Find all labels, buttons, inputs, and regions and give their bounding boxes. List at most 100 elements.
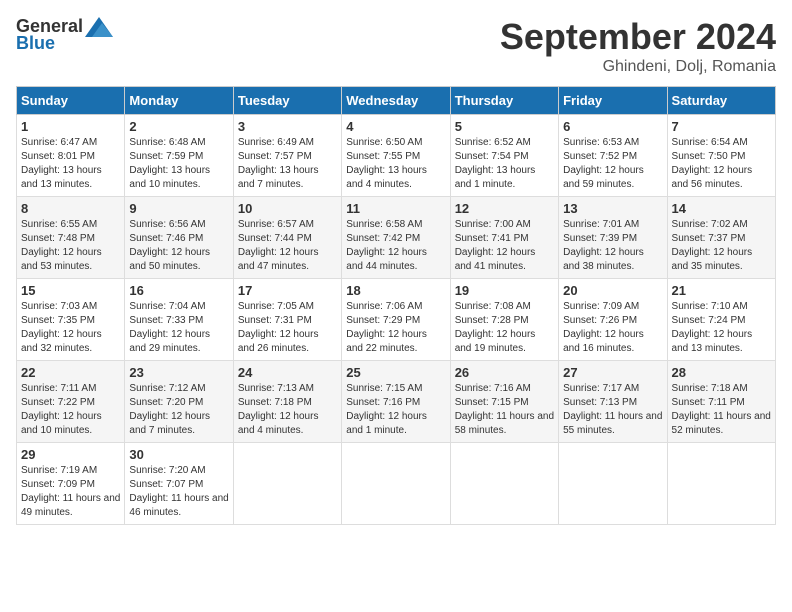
day-info: Sunrise: 7:00 AMSunset: 7:41 PMDaylight:… bbox=[455, 219, 536, 272]
col-sunday: Sunday bbox=[17, 87, 125, 115]
day-info: Sunrise: 7:03 AMSunset: 7:35 PMDaylight:… bbox=[21, 301, 102, 354]
table-row: 5 Sunrise: 6:52 AMSunset: 7:54 PMDayligh… bbox=[450, 115, 558, 197]
day-number: 18 bbox=[346, 283, 445, 298]
day-info: Sunrise: 7:15 AMSunset: 7:16 PMDaylight:… bbox=[346, 383, 427, 436]
table-row: 23 Sunrise: 7:12 AMSunset: 7:20 PMDaylig… bbox=[125, 361, 233, 443]
table-row: 22 Sunrise: 7:11 AMSunset: 7:22 PMDaylig… bbox=[17, 361, 125, 443]
day-number: 13 bbox=[563, 201, 662, 216]
table-row: 12 Sunrise: 7:00 AMSunset: 7:41 PMDaylig… bbox=[450, 197, 558, 279]
day-info: Sunrise: 7:17 AMSunset: 7:13 PMDaylight:… bbox=[563, 383, 662, 436]
table-row: 13 Sunrise: 7:01 AMSunset: 7:39 PMDaylig… bbox=[559, 197, 667, 279]
calendar-week-row: 8 Sunrise: 6:55 AMSunset: 7:48 PMDayligh… bbox=[17, 197, 776, 279]
day-info: Sunrise: 7:11 AMSunset: 7:22 PMDaylight:… bbox=[21, 383, 102, 436]
day-info: Sunrise: 7:20 AMSunset: 7:07 PMDaylight:… bbox=[129, 465, 228, 518]
table-row: 25 Sunrise: 7:15 AMSunset: 7:16 PMDaylig… bbox=[342, 361, 450, 443]
day-number: 24 bbox=[238, 365, 337, 380]
day-number: 10 bbox=[238, 201, 337, 216]
day-number: 30 bbox=[129, 447, 228, 462]
day-number: 9 bbox=[129, 201, 228, 216]
col-friday: Friday bbox=[559, 87, 667, 115]
day-number: 29 bbox=[21, 447, 120, 462]
logo-icon bbox=[85, 17, 113, 37]
day-number: 16 bbox=[129, 283, 228, 298]
day-number: 2 bbox=[129, 119, 228, 134]
table-row: 29 Sunrise: 7:19 AMSunset: 7:09 PMDaylig… bbox=[17, 443, 125, 525]
col-thursday: Thursday bbox=[450, 87, 558, 115]
day-info: Sunrise: 7:19 AMSunset: 7:09 PMDaylight:… bbox=[21, 465, 120, 518]
day-info: Sunrise: 6:52 AMSunset: 7:54 PMDaylight:… bbox=[455, 137, 536, 190]
calendar-week-row: 29 Sunrise: 7:19 AMSunset: 7:09 PMDaylig… bbox=[17, 443, 776, 525]
calendar-header-row: Sunday Monday Tuesday Wednesday Thursday… bbox=[17, 87, 776, 115]
col-saturday: Saturday bbox=[667, 87, 775, 115]
day-info: Sunrise: 6:53 AMSunset: 7:52 PMDaylight:… bbox=[563, 137, 644, 190]
day-info: Sunrise: 7:05 AMSunset: 7:31 PMDaylight:… bbox=[238, 301, 319, 354]
day-info: Sunrise: 6:55 AMSunset: 7:48 PMDaylight:… bbox=[21, 219, 102, 272]
table-row: 24 Sunrise: 7:13 AMSunset: 7:18 PMDaylig… bbox=[233, 361, 341, 443]
day-info: Sunrise: 6:47 AMSunset: 8:01 PMDaylight:… bbox=[21, 137, 102, 190]
table-row bbox=[667, 443, 775, 525]
calendar-week-row: 15 Sunrise: 7:03 AMSunset: 7:35 PMDaylig… bbox=[17, 279, 776, 361]
location: Ghindeni, Dolj, Romania bbox=[500, 58, 776, 76]
day-number: 22 bbox=[21, 365, 120, 380]
day-number: 14 bbox=[672, 201, 771, 216]
day-info: Sunrise: 7:16 AMSunset: 7:15 PMDaylight:… bbox=[455, 383, 554, 436]
page-header: General Blue September 2024 Ghindeni, Do… bbox=[16, 16, 776, 76]
day-info: Sunrise: 6:57 AMSunset: 7:44 PMDaylight:… bbox=[238, 219, 319, 272]
table-row: 3 Sunrise: 6:49 AMSunset: 7:57 PMDayligh… bbox=[233, 115, 341, 197]
day-number: 7 bbox=[672, 119, 771, 134]
logo: General Blue bbox=[16, 16, 113, 54]
day-number: 28 bbox=[672, 365, 771, 380]
calendar-week-row: 22 Sunrise: 7:11 AMSunset: 7:22 PMDaylig… bbox=[17, 361, 776, 443]
day-number: 23 bbox=[129, 365, 228, 380]
table-row bbox=[450, 443, 558, 525]
day-info: Sunrise: 7:02 AMSunset: 7:37 PMDaylight:… bbox=[672, 219, 753, 272]
day-info: Sunrise: 6:49 AMSunset: 7:57 PMDaylight:… bbox=[238, 137, 319, 190]
table-row: 27 Sunrise: 7:17 AMSunset: 7:13 PMDaylig… bbox=[559, 361, 667, 443]
title-area: September 2024 Ghindeni, Dolj, Romania bbox=[500, 16, 776, 76]
table-row: 30 Sunrise: 7:20 AMSunset: 7:07 PMDaylig… bbox=[125, 443, 233, 525]
day-info: Sunrise: 7:09 AMSunset: 7:26 PMDaylight:… bbox=[563, 301, 644, 354]
table-row: 7 Sunrise: 6:54 AMSunset: 7:50 PMDayligh… bbox=[667, 115, 775, 197]
day-number: 4 bbox=[346, 119, 445, 134]
day-info: Sunrise: 7:01 AMSunset: 7:39 PMDaylight:… bbox=[563, 219, 644, 272]
day-number: 20 bbox=[563, 283, 662, 298]
day-info: Sunrise: 7:06 AMSunset: 7:29 PMDaylight:… bbox=[346, 301, 427, 354]
day-number: 27 bbox=[563, 365, 662, 380]
day-number: 15 bbox=[21, 283, 120, 298]
table-row: 2 Sunrise: 6:48 AMSunset: 7:59 PMDayligh… bbox=[125, 115, 233, 197]
table-row: 11 Sunrise: 6:58 AMSunset: 7:42 PMDaylig… bbox=[342, 197, 450, 279]
day-number: 8 bbox=[21, 201, 120, 216]
table-row: 15 Sunrise: 7:03 AMSunset: 7:35 PMDaylig… bbox=[17, 279, 125, 361]
day-info: Sunrise: 7:04 AMSunset: 7:33 PMDaylight:… bbox=[129, 301, 210, 354]
day-number: 26 bbox=[455, 365, 554, 380]
table-row: 16 Sunrise: 7:04 AMSunset: 7:33 PMDaylig… bbox=[125, 279, 233, 361]
table-row: 4 Sunrise: 6:50 AMSunset: 7:55 PMDayligh… bbox=[342, 115, 450, 197]
table-row: 14 Sunrise: 7:02 AMSunset: 7:37 PMDaylig… bbox=[667, 197, 775, 279]
col-tuesday: Tuesday bbox=[233, 87, 341, 115]
day-number: 11 bbox=[346, 201, 445, 216]
day-number: 17 bbox=[238, 283, 337, 298]
calendar-table: Sunday Monday Tuesday Wednesday Thursday… bbox=[16, 86, 776, 525]
calendar-week-row: 1 Sunrise: 6:47 AMSunset: 8:01 PMDayligh… bbox=[17, 115, 776, 197]
table-row bbox=[342, 443, 450, 525]
table-row bbox=[233, 443, 341, 525]
table-row: 10 Sunrise: 6:57 AMSunset: 7:44 PMDaylig… bbox=[233, 197, 341, 279]
table-row: 18 Sunrise: 7:06 AMSunset: 7:29 PMDaylig… bbox=[342, 279, 450, 361]
day-info: Sunrise: 6:58 AMSunset: 7:42 PMDaylight:… bbox=[346, 219, 427, 272]
table-row: 21 Sunrise: 7:10 AMSunset: 7:24 PMDaylig… bbox=[667, 279, 775, 361]
day-number: 3 bbox=[238, 119, 337, 134]
day-number: 21 bbox=[672, 283, 771, 298]
table-row: 8 Sunrise: 6:55 AMSunset: 7:48 PMDayligh… bbox=[17, 197, 125, 279]
table-row: 19 Sunrise: 7:08 AMSunset: 7:28 PMDaylig… bbox=[450, 279, 558, 361]
day-info: Sunrise: 7:08 AMSunset: 7:28 PMDaylight:… bbox=[455, 301, 536, 354]
table-row: 26 Sunrise: 7:16 AMSunset: 7:15 PMDaylig… bbox=[450, 361, 558, 443]
table-row: 6 Sunrise: 6:53 AMSunset: 7:52 PMDayligh… bbox=[559, 115, 667, 197]
day-number: 6 bbox=[563, 119, 662, 134]
day-info: Sunrise: 7:10 AMSunset: 7:24 PMDaylight:… bbox=[672, 301, 753, 354]
day-number: 12 bbox=[455, 201, 554, 216]
day-number: 1 bbox=[21, 119, 120, 134]
day-info: Sunrise: 6:48 AMSunset: 7:59 PMDaylight:… bbox=[129, 137, 210, 190]
logo-blue: Blue bbox=[16, 33, 55, 54]
day-info: Sunrise: 7:12 AMSunset: 7:20 PMDaylight:… bbox=[129, 383, 210, 436]
col-wednesday: Wednesday bbox=[342, 87, 450, 115]
